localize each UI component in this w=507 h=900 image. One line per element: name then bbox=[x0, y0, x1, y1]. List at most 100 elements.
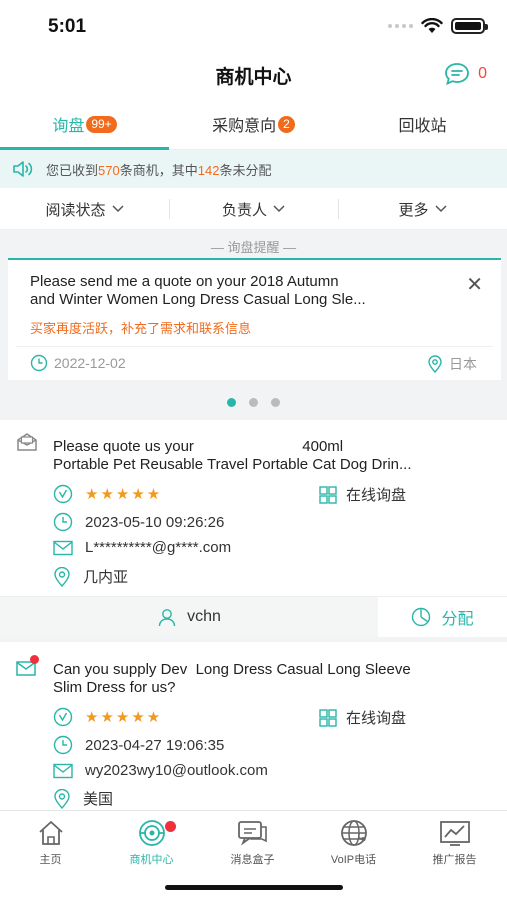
tabbar-label: 主页 bbox=[39, 854, 62, 866]
assign-bar: vchn 分配 bbox=[0, 596, 507, 637]
inquiry-card[interactable]: Can you supply Dev Long Dress Casual Lon… bbox=[0, 642, 507, 812]
globe-phone-icon bbox=[340, 820, 367, 846]
notice-bar: 您已收到570条商机，其中142条未分配 bbox=[0, 150, 507, 188]
mail-icon bbox=[53, 763, 73, 778]
messages-button[interactable]: 0 bbox=[444, 62, 487, 86]
reminder-location: 日本 bbox=[427, 354, 477, 374]
reminder-title-line2: and Winter Women Long Dress Casual Long … bbox=[30, 291, 366, 308]
assignee-name: vchn bbox=[187, 608, 221, 625]
mail-icon bbox=[53, 540, 73, 555]
rating-stars: ★★★★★ bbox=[85, 486, 163, 503]
tab-inquiry[interactable]: 询盘 99+ bbox=[0, 98, 169, 150]
envelope-open-icon bbox=[16, 432, 38, 457]
assignee[interactable]: vchn bbox=[0, 597, 378, 637]
reminder-date-text: 2022-12-02 bbox=[54, 355, 126, 371]
rating-row: ★★★★★ bbox=[53, 484, 162, 504]
carousel-dots bbox=[0, 398, 507, 407]
location-pin-icon bbox=[428, 355, 442, 373]
filter-read-status[interactable]: 阅读状态 bbox=[0, 188, 169, 230]
inquiry-card[interactable]: Please quote us your 400ml Portable Pet … bbox=[0, 420, 507, 637]
inquiry-location: 几内亚 bbox=[83, 569, 129, 586]
tabbar-label: 商机中心 bbox=[129, 854, 174, 866]
rating-stars: ★★★★★ bbox=[85, 709, 163, 726]
tab-recycle-bin[interactable]: 回收站 bbox=[338, 98, 507, 150]
chevron-down-icon bbox=[273, 205, 285, 213]
home-indicator[interactable] bbox=[165, 885, 343, 890]
inquiry-title: Please quote us your 400ml Portable Pet … bbox=[53, 438, 493, 474]
inquiry-title: Can you supply Dev Long Dress Casual Lon… bbox=[53, 661, 493, 697]
channel-label: 在线询盘 bbox=[346, 710, 407, 727]
report-icon bbox=[439, 821, 470, 846]
envelope-unread-icon bbox=[16, 655, 40, 683]
inquiry-email: L**********@g****.com bbox=[85, 539, 232, 556]
filter-owner[interactable]: 负责人 bbox=[169, 188, 338, 230]
target-icon bbox=[138, 820, 165, 846]
location-pin-icon bbox=[54, 566, 70, 587]
pie-icon bbox=[412, 607, 431, 627]
notice-prefix: 您已收到 bbox=[46, 162, 99, 178]
status-time: 5:01 bbox=[48, 16, 87, 37]
email-row: wy2023wy10@outlook.com bbox=[53, 762, 268, 779]
reminder-date: 2022-12-02 bbox=[30, 354, 126, 372]
nav-bar: 商机中心 0 bbox=[0, 52, 507, 98]
clock-icon bbox=[53, 735, 73, 755]
message-count: 0 bbox=[478, 65, 487, 82]
chat-icon bbox=[237, 821, 267, 846]
location-row: 美国 bbox=[53, 788, 113, 809]
filter-label: 阅读状态 bbox=[45, 201, 106, 219]
carousel-dot[interactable] bbox=[227, 398, 236, 407]
channel: 在线询盘 bbox=[318, 707, 406, 728]
rating-row: ★★★★★ bbox=[53, 707, 162, 727]
battery-icon bbox=[451, 18, 488, 34]
channel: 在线询盘 bbox=[318, 484, 406, 505]
tabbar-promotion-report[interactable]: 推广报告 bbox=[404, 819, 505, 867]
tab-badge: 99+ bbox=[86, 115, 117, 133]
page-title: 商机中心 bbox=[215, 67, 292, 88]
grid-icon bbox=[319, 485, 337, 504]
filter-label: 负责人 bbox=[221, 201, 267, 219]
tabbar-voip[interactable]: VoIP电话 bbox=[303, 819, 404, 867]
signal-icon bbox=[388, 24, 413, 28]
chevron-down-icon bbox=[111, 205, 124, 213]
tab-bar-top: 询盘 99+ 采购意向 2 回收站 bbox=[0, 98, 507, 150]
inquiry-title-line1: Please quote us your 400ml bbox=[53, 438, 344, 455]
speaker-icon bbox=[13, 161, 33, 177]
tabbar-opportunity-center[interactable]: 商机中心 bbox=[101, 819, 202, 867]
carousel-dot[interactable] bbox=[271, 398, 280, 407]
inquiry-time: 2023-05-10 09:26:26 bbox=[85, 513, 225, 531]
wifi-icon bbox=[421, 18, 443, 33]
tab-purchase-intent[interactable]: 采购意向 2 bbox=[169, 98, 338, 150]
inquiry-title-line2: Portable Pet Reusable Travel Portable Ca… bbox=[53, 456, 412, 473]
filter-more[interactable]: 更多 bbox=[338, 188, 507, 230]
level-icon bbox=[53, 707, 73, 727]
tab-label: 询盘 bbox=[52, 118, 85, 135]
inquiry-location: 美国 bbox=[83, 791, 114, 808]
status-bar: 5:01 bbox=[0, 0, 507, 52]
tabbar-label: 消息盒子 bbox=[230, 854, 275, 866]
close-icon[interactable]: ✕ bbox=[466, 272, 483, 297]
inquiry-title-line1: Can you supply Dev Long Dress Casual Lon… bbox=[53, 661, 411, 678]
clock-icon bbox=[53, 512, 73, 532]
channel-label: 在线询盘 bbox=[346, 487, 407, 504]
filter-label: 更多 bbox=[398, 201, 429, 219]
level-icon bbox=[53, 484, 73, 504]
tab-label: 采购意向 bbox=[212, 118, 277, 135]
tab-badge: 2 bbox=[278, 115, 295, 133]
reminder-heading: — 询盘提醒 — bbox=[210, 240, 297, 255]
tabbar-message-box[interactable]: 消息盒子 bbox=[202, 819, 303, 867]
reminder-title: Please send me a quote on your 2018 Autu… bbox=[30, 273, 450, 309]
chat-bubble-icon bbox=[445, 63, 469, 86]
tabbar-label: 推广报告 bbox=[432, 854, 477, 866]
tabbar-home[interactable]: 主页 bbox=[0, 819, 101, 867]
carousel-dot[interactable] bbox=[249, 398, 258, 407]
notice-suffix: 条未分配 bbox=[219, 162, 272, 178]
reminder-location-text: 日本 bbox=[449, 356, 477, 372]
reminder-card[interactable]: Please send me a quote on your 2018 Autu… bbox=[8, 258, 501, 380]
assign-button[interactable]: 分配 bbox=[378, 597, 507, 637]
user-icon bbox=[158, 609, 176, 627]
notice-mid: 条商机，其中 bbox=[119, 162, 198, 178]
chevron-down-icon bbox=[434, 205, 447, 213]
notice-total: 570 bbox=[98, 162, 120, 178]
inquiry-email: wy2023wy10@outlook.com bbox=[85, 762, 268, 779]
inquiry-time: 2023-04-27 19:06:35 bbox=[85, 736, 225, 754]
